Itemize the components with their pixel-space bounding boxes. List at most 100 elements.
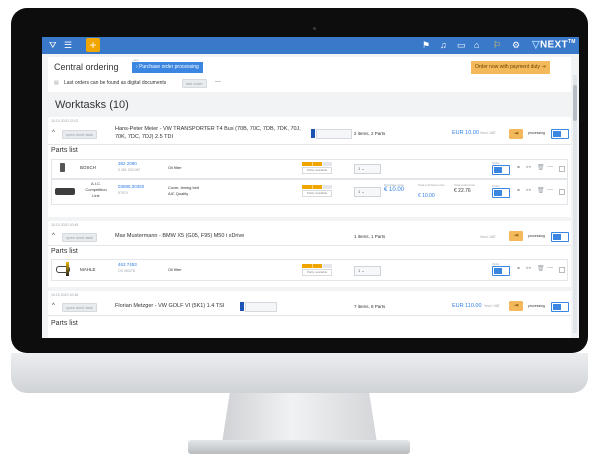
link-icon[interactable]: ⚭ — [516, 187, 521, 194]
cart-button[interactable]: ⇥ — [509, 301, 523, 311]
document-icon: ▤ — [54, 80, 59, 86]
task-title[interactable]: Florian Metzger - VW GOLF VI (5K1) 1.4 T… — [115, 303, 224, 309]
message-icon[interactable]: ▭ — [457, 40, 466, 51]
cart-button[interactable]: ⇥ — [509, 231, 523, 241]
task-price: EUR 10.00 — [452, 130, 479, 136]
part-subnumber: 57574 — [118, 191, 128, 195]
task-price: EUR 110.00 — [452, 303, 482, 309]
monitor-chin — [11, 353, 588, 393]
collapse-icon[interactable]: ^ — [52, 303, 55, 309]
digital-note: Last orders can be found as digital docu… — [64, 80, 167, 86]
price-note: *excl. VAT — [480, 235, 496, 239]
order-toggle[interactable] — [492, 266, 510, 276]
worktask-card: 15.10.2020 10:49 ^ open work task Max Mu… — [48, 221, 571, 287]
central-ordering-header: Central ordering new › Purchase order pr… — [48, 57, 571, 92]
oil-filter-image — [60, 163, 65, 172]
link-icon[interactable]: ⚭ — [516, 164, 521, 171]
task-toggle[interactable] — [551, 232, 569, 242]
last-order-chip[interactable]: last order — [182, 79, 207, 88]
trash-icon[interactable]: 🗑 — [537, 265, 545, 272]
trash-icon[interactable]: 🗑 — [537, 187, 545, 194]
divider — [48, 144, 571, 145]
part-description: Oil filter — [168, 267, 182, 272]
task-date: 15.10.2020 10:49 — [51, 223, 79, 227]
vehicle-plate-marker — [311, 129, 315, 138]
share-icon[interactable]: ⚯ — [526, 265, 531, 272]
minus-icon[interactable]: — — [547, 265, 553, 271]
app-screen: ⛛ ☰ + ⚑ ♫ ▭ ⌂ ⚐ ⚙ ▽NEXTTM Central orderi… — [42, 37, 579, 338]
flag-icon[interactable]: ⚑ — [422, 40, 430, 51]
total-retail-price: € 22.76 — [454, 188, 471, 194]
camera-dot — [313, 27, 316, 30]
task-toggle[interactable] — [551, 302, 569, 312]
task-state: processing — [528, 304, 545, 308]
settings-icon[interactable]: ⚙ — [512, 40, 520, 51]
part-number[interactable]: 03895.00360 — [118, 184, 144, 189]
worktasks-heading: Worktasks (10) — [55, 99, 129, 111]
link-icon[interactable]: ⚭ — [516, 265, 521, 272]
part-description-2: AIC Quality — [168, 191, 189, 196]
task-summary: 1 items, 1 Parts — [354, 234, 386, 239]
quantity-select[interactable]: 1 ⌄ — [354, 187, 381, 197]
shop-icon[interactable]: ⌂ — [474, 40, 479, 51]
part-description: Oil filter — [168, 165, 182, 170]
task-title[interactable]: Hans-Peter Meier - VW TRANSPORTER T4 Bus… — [115, 126, 301, 132]
order-toggle[interactable] — [492, 165, 510, 175]
purchase-order-label: Purchase order processing — [139, 64, 199, 70]
quantity-select[interactable]: 1 ⌄ — [354, 266, 381, 276]
filter-icon[interactable]: ⛛ — [49, 40, 57, 51]
minus-icon[interactable]: — — [547, 164, 553, 170]
share-icon[interactable]: ⚯ — [526, 187, 531, 194]
row-checkbox[interactable] — [559, 267, 565, 273]
task-state: processing — [528, 234, 545, 238]
task-toggle[interactable] — [551, 129, 569, 139]
quantity-select[interactable]: 1 ⌄ — [354, 164, 381, 174]
status-chip[interactable]: open work task — [62, 233, 97, 242]
price-note: *excl. VAT — [484, 304, 500, 308]
share-icon[interactable]: ⚯ — [526, 164, 531, 171]
divider — [48, 315, 571, 316]
sensor-image-detail — [66, 262, 69, 276]
chevron-down-icon: ⌄ — [361, 189, 365, 194]
stock-indicator: Partly available — [302, 185, 332, 197]
plate-field — [245, 302, 277, 312]
scrollbar[interactable] — [573, 75, 577, 333]
add-button[interactable]: + — [86, 38, 100, 52]
status-chip[interactable]: open work task — [62, 130, 97, 139]
task-state: processing — [528, 131, 545, 135]
vehicle-plate-marker — [240, 302, 244, 311]
part-number[interactable]: 382 2090 — [118, 161, 137, 166]
order-now-button[interactable]: Order now with payment duty ⇥ — [471, 61, 550, 74]
cart-button[interactable]: ⇥ — [509, 129, 523, 139]
bell-icon[interactable]: ♫ — [440, 40, 447, 51]
worktask-card: 15.10.2020 12:02 ^ open work task Hans-P… — [48, 117, 571, 217]
monitor-base — [188, 440, 410, 454]
divider — [48, 245, 571, 246]
top-navbar: ⛛ ☰ + ⚑ ♫ ▭ ⌂ ⚐ ⚙ ▽NEXTTM — [42, 37, 579, 54]
cart-icon[interactable]: ⚐ — [493, 40, 501, 51]
chevron-down-icon: ⌄ — [361, 268, 365, 273]
page-title: Central ordering — [54, 62, 119, 72]
part-brand: A.I.C. Competition Line — [85, 181, 107, 198]
part-subnumber: OX 353/7D — [118, 269, 136, 273]
minus-icon[interactable]: — — [547, 187, 553, 193]
collapse-icon[interactable]: ^ — [52, 130, 55, 136]
row-checkbox[interactable] — [559, 166, 565, 172]
worktask-card: 15.10.2020 10:46 ^ open work task Floria… — [48, 291, 571, 338]
purchase-order-button[interactable]: › Purchase order processing — [132, 62, 203, 73]
chevron-down-icon: ⌄ — [361, 166, 365, 171]
collapse-icon[interactable]: ^ — [52, 233, 55, 239]
part-number[interactable]: 463 7453 — [118, 262, 137, 267]
task-title[interactable]: Max Mustermann - BMW X5 (G05, F95) M50 i… — [115, 233, 244, 239]
list-icon[interactable]: ☰ — [64, 40, 72, 51]
task-date: 15.10.2020 12:02 — [51, 119, 79, 123]
status-chip[interactable]: open work task — [62, 303, 97, 312]
trash-icon[interactable]: 🗑 — [537, 164, 545, 171]
row-checkbox[interactable] — [559, 189, 565, 195]
total-purchase-label: Total purchase price — [418, 183, 445, 187]
more-button[interactable]: ... — [215, 77, 221, 84]
task-summary: 2 items, 2 Parts — [354, 131, 386, 136]
timing-cover-image — [55, 188, 75, 195]
order-toggle[interactable] — [492, 188, 510, 198]
parts-list-label: Parts list — [51, 320, 78, 327]
